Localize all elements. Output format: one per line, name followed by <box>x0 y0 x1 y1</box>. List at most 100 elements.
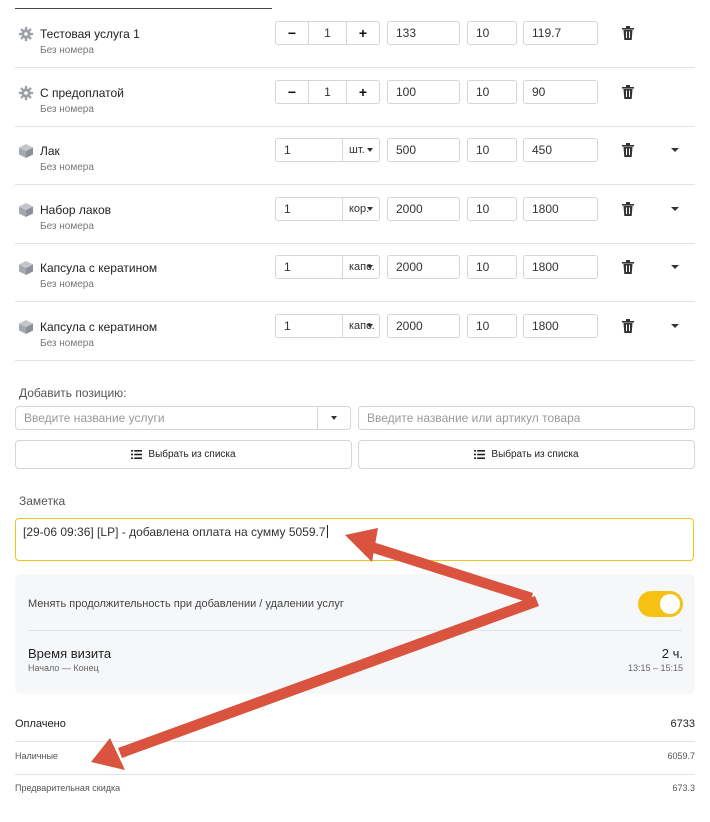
price-input[interactable]: 2000 <box>387 255 460 280</box>
unit-select[interactable]: кор. <box>343 198 379 220</box>
goods-search-input[interactable]: Введите название или артикул товара <box>358 406 695 430</box>
price-input[interactable]: 500 <box>387 138 460 163</box>
quantity-stepper[interactable]: −1 + <box>275 21 380 45</box>
expand-chevron-icon[interactable] <box>671 148 679 153</box>
discount-input[interactable]: 10 <box>467 79 517 104</box>
item-row: С предоплатой Без номера −1 +100 10 90 <box>15 68 695 127</box>
note-label: Заметка <box>19 494 66 508</box>
quantity-unit-field[interactable]: 1 кор. <box>275 196 380 221</box>
discount-input[interactable]: 10 <box>467 196 517 221</box>
discount-input[interactable]: 10 <box>467 314 517 338</box>
item-name: Набор лаков <box>40 202 112 217</box>
item-name: Капсула с кератином <box>40 261 158 276</box>
cash-label: Наличные <box>15 751 58 761</box>
price-input[interactable]: 2000 <box>387 314 460 338</box>
expand-chevron-icon[interactable] <box>671 206 679 211</box>
visit-time-range: 13:15 – 15:15 <box>627 663 683 673</box>
choose-goods-label: Выбрать из списка <box>491 449 579 460</box>
choose-service-from-list-button[interactable]: Выбрать из списка <box>15 440 352 469</box>
discount-input[interactable]: 10 <box>467 138 517 163</box>
increment-button[interactable]: + <box>347 81 379 103</box>
chevron-down-icon <box>367 265 373 270</box>
quantity-input[interactable]: 1 <box>276 256 343 279</box>
trash-icon[interactable] <box>622 84 634 99</box>
total-input[interactable]: 90 <box>523 79 598 104</box>
service-search-input[interactable]: Введите название услуги <box>15 406 351 430</box>
prepaid-discount-label: Предварительная скидка <box>15 783 121 793</box>
quantity-stepper[interactable]: −1 + <box>275 79 380 104</box>
expand-chevron-icon[interactable] <box>671 324 679 328</box>
trash-icon[interactable] <box>622 143 634 158</box>
service-search-placeholder: Введите название услуги <box>24 411 165 425</box>
decrement-button[interactable]: − <box>276 81 308 103</box>
panel-divider <box>28 630 682 631</box>
gear-icon <box>18 85 34 100</box>
trash-icon[interactable] <box>622 201 634 216</box>
trash-icon[interactable] <box>622 26 634 40</box>
visit-time-subtitle: Начало — Конец <box>28 663 99 673</box>
trash-icon[interactable] <box>622 260 634 275</box>
quantity-unit-field[interactable]: 1 шт. <box>275 138 380 163</box>
total-input[interactable]: 450 <box>523 138 598 163</box>
quantity-input[interactable]: 1 <box>276 315 343 337</box>
decrement-button[interactable]: − <box>276 22 308 44</box>
summary-prepaid-discount-row: Предварительная скидка 673.3 <box>15 774 695 806</box>
quantity-unit-field[interactable]: 1 капс. <box>275 255 380 280</box>
trash-icon[interactable] <box>622 319 634 333</box>
total-input[interactable]: 119.7 <box>523 21 598 45</box>
item-row: Лак Без номера 1 шт. 500 10 450 <box>15 126 695 186</box>
item-sub: Без номера <box>40 103 94 115</box>
total-input[interactable]: 1800 <box>523 255 598 280</box>
visit-duration-panel: Менять продолжительность при добавлении … <box>15 574 695 694</box>
visit-time-title: Время визита <box>28 646 112 661</box>
quantity-input[interactable]: 1 <box>276 139 343 162</box>
total-input[interactable]: 1800 <box>523 196 598 221</box>
quantity-value[interactable]: 1 <box>308 22 347 44</box>
unit-select[interactable]: шт. <box>343 139 379 161</box>
paid-value: 6733 <box>670 718 695 730</box>
item-name: Капсула с кератином <box>40 320 158 334</box>
box-icon <box>19 144 33 159</box>
gear-icon <box>18 26 34 42</box>
text-cursor <box>326 525 328 538</box>
item-name: С предоплатой <box>40 85 124 100</box>
increment-button[interactable]: + <box>347 22 379 44</box>
prepaid-discount-value: 673.3 <box>672 783 695 793</box>
list-icon <box>131 450 143 459</box>
price-input[interactable]: 2000 <box>387 196 460 221</box>
box-icon <box>19 320 33 334</box>
quantity-value[interactable]: 1 <box>308 80 347 103</box>
choose-service-label: Выбрать из списка <box>148 449 236 460</box>
discount-input[interactable]: 10 <box>467 255 517 280</box>
service-dropdown-toggle[interactable] <box>317 407 350 429</box>
quantity-unit-field[interactable]: 1 капс. <box>275 314 380 338</box>
duration-toggle[interactable] <box>638 591 683 617</box>
item-name: Лак <box>40 144 60 159</box>
item-sub: Без номера <box>40 220 94 232</box>
summary-cash-row: Наличные 6059.7 <box>15 742 695 775</box>
item-sub: Без номера <box>40 279 94 291</box>
unit-select[interactable]: капс. <box>343 256 379 278</box>
summary-paid-row: Оплачено 6733 <box>15 709 695 742</box>
item-name: Тестовая услуга 1 <box>40 27 140 41</box>
expand-chevron-icon[interactable] <box>671 265 679 270</box>
discount-input[interactable]: 10 <box>467 21 517 45</box>
quantity-input[interactable]: 1 <box>276 197 343 220</box>
chevron-down-icon <box>331 416 337 420</box>
box-icon <box>19 261 33 276</box>
add-position-label: Добавить позицию: <box>19 386 127 400</box>
item-row: Капсула с кератином Без номера 1 капс. 2000 1… <box>15 302 695 361</box>
item-sub: Без номера <box>40 162 94 174</box>
unit-select[interactable]: капс. <box>343 315 379 337</box>
total-input[interactable]: 1800 <box>523 314 598 338</box>
price-input[interactable]: 133 <box>387 21 460 45</box>
note-text: [29-06 09:36] [LP] - добавлена оплата на… <box>23 525 326 539</box>
toggle-knob <box>660 594 680 614</box>
note-textarea[interactable]: [29-06 09:36] [LP] - добавлена оплата на… <box>15 518 694 561</box>
cash-value: 6059.7 <box>667 751 695 761</box>
item-sub: Без номера <box>40 338 94 349</box>
item-row: Набор лаков Без номера 1 кор. 2000 10 1800 <box>15 185 695 244</box>
price-input[interactable]: 100 <box>387 79 460 104</box>
chevron-down-icon <box>367 148 373 153</box>
choose-goods-from-list-button[interactable]: Выбрать из списка <box>358 440 695 469</box>
